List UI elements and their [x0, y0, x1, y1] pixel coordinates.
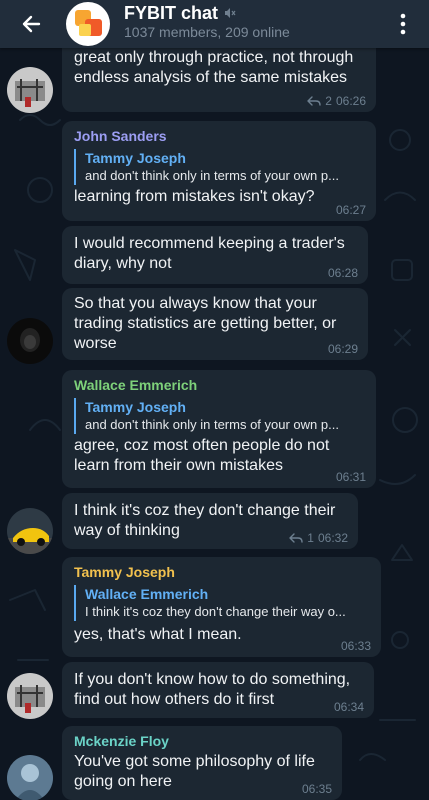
chat-avatar[interactable]	[66, 2, 110, 46]
message-time: 06:32	[317, 531, 348, 545]
message-time: 06:26	[335, 94, 366, 108]
reply-snippet: and don't think only in terms of your ow…	[85, 417, 339, 432]
message-meta: 06:35	[302, 782, 332, 796]
message-bubble[interactable]: So that you always know that your tradin…	[62, 288, 368, 360]
message-bubble[interactable]: John Sanders Tammy Joseph and don't thin…	[62, 121, 376, 221]
message-time: 06:28	[327, 266, 358, 280]
sender-name[interactable]: Wallace Emmerich	[74, 376, 364, 394]
chat-header: FYBIT chat 1037 members, 209 online	[0, 0, 429, 48]
message-bubble[interactable]: Mckenzie Floy You've got some philosophy…	[62, 726, 342, 800]
sender-name[interactable]: John Sanders	[74, 127, 364, 145]
title-row[interactable]: FYBIT chat	[124, 2, 236, 24]
user-avatar-icon	[7, 67, 53, 113]
message-text: If you don't know how to do something, f…	[74, 671, 351, 708]
reply-quote[interactable]: Tammy Joseph and don't think only in ter…	[74, 149, 364, 185]
message-text: yes, that's what I mean.	[74, 626, 242, 643]
avatar[interactable]	[7, 673, 53, 719]
reply-arrow-icon	[289, 533, 303, 543]
more-vertical-icon	[400, 13, 406, 35]
message-meta: 06:31	[336, 470, 366, 484]
message-meta: 2 06:26	[307, 94, 366, 108]
message-meta: 1 06:32	[289, 531, 348, 545]
avatar[interactable]	[7, 755, 53, 800]
message-time: 06:33	[340, 639, 371, 653]
user-avatar-icon	[7, 673, 53, 719]
message-time: 06:29	[327, 342, 358, 356]
message-time: 06:31	[335, 470, 366, 484]
message-bubble[interactable]: I think it's coz they don't change their…	[62, 493, 358, 549]
message-meta: 06:29	[328, 342, 358, 356]
message-text: I would recommend keeping a trader's dia…	[74, 235, 345, 272]
message-time: 06:34	[333, 700, 364, 714]
message-meta: 06:28	[328, 266, 358, 280]
message-bubble[interactable]: Tammy Joseph Wallace Emmerich I think it…	[62, 557, 381, 657]
more-menu-button[interactable]	[385, 6, 421, 42]
replies-count[interactable]: 1	[307, 531, 314, 545]
back-button[interactable]	[13, 6, 49, 42]
message-time: 06:27	[335, 203, 366, 217]
reply-snippet: and don't think only in terms of your ow…	[85, 168, 339, 183]
message-text: great only through practice, not through…	[74, 49, 354, 86]
reply-author: Tammy Joseph	[85, 150, 186, 166]
reply-arrow-icon	[307, 96, 321, 106]
arrow-left-icon	[22, 15, 41, 33]
message-text: agree, coz most often people do not lear…	[74, 437, 330, 474]
chat-screen: FYBIT chat 1037 members, 209 online grea…	[0, 0, 429, 800]
reply-quote[interactable]: Wallace Emmerich I think it's coz they d…	[74, 585, 369, 621]
reply-author: Wallace Emmerich	[85, 586, 209, 602]
fybit-logo-icon	[75, 10, 102, 36]
reply-author: Tammy Joseph	[85, 399, 186, 415]
message-text: You've got some philosophy of life going…	[74, 753, 315, 790]
message-text: learning from mistakes isn't okay?	[74, 188, 315, 205]
user-avatar-icon	[7, 755, 53, 800]
message-time: 06:35	[301, 782, 332, 796]
muted-speaker-icon	[225, 8, 236, 18]
replies-count[interactable]: 2	[325, 94, 332, 108]
chat-title: FYBIT chat	[124, 2, 219, 23]
message-text: So that you always know that your tradin…	[74, 295, 337, 352]
avatar[interactable]	[7, 508, 53, 554]
message-meta: 06:27	[336, 203, 366, 217]
reply-quote[interactable]: Tammy Joseph and don't think only in ter…	[74, 398, 364, 434]
user-avatar-icon	[7, 508, 53, 554]
avatar[interactable]	[7, 67, 53, 113]
message-meta: 06:33	[341, 639, 371, 653]
user-avatar-icon	[7, 318, 53, 364]
sender-name[interactable]: Mckenzie Floy	[74, 732, 330, 750]
message-bubble[interactable]: Wallace Emmerich Tammy Joseph and don't …	[62, 370, 376, 488]
message-bubble[interactable]: If you don't know how to do something, f…	[62, 662, 374, 718]
avatar[interactable]	[7, 318, 53, 364]
message-meta: 06:34	[334, 700, 364, 714]
reply-snippet: I think it's coz they don't change their…	[85, 604, 346, 619]
message-bubble[interactable]: I would recommend keeping a trader's dia…	[62, 226, 368, 284]
sender-name[interactable]: Tammy Joseph	[74, 563, 369, 581]
chat-subtitle: 1037 members, 209 online	[124, 24, 290, 40]
